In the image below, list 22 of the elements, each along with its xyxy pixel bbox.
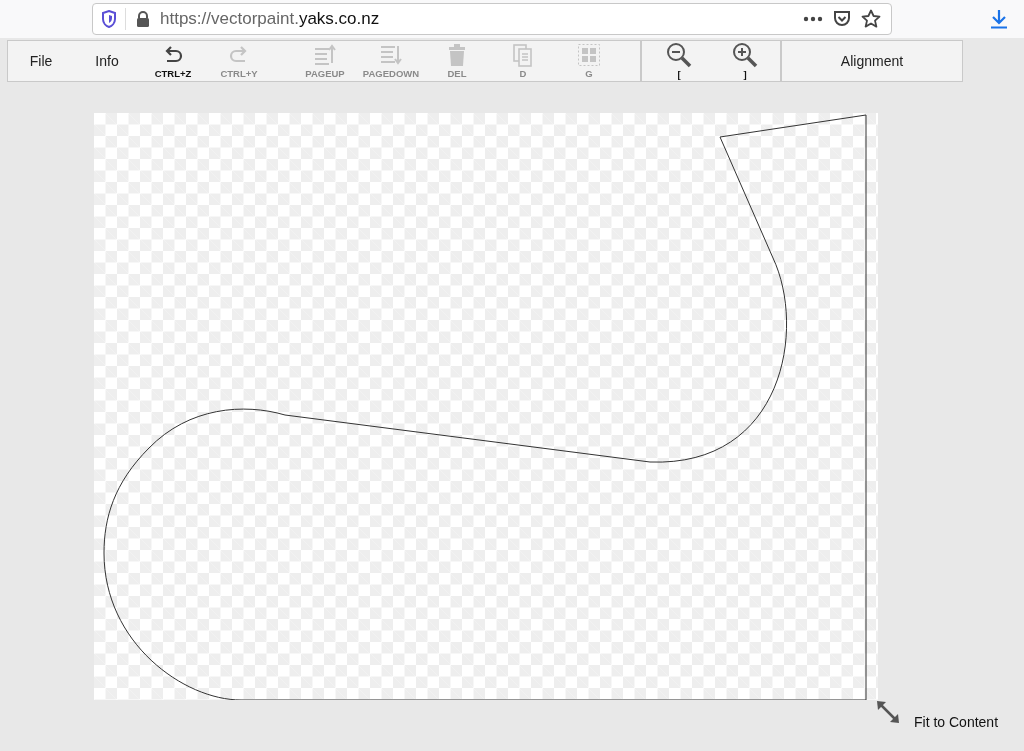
- zoom-in-icon: [732, 42, 758, 68]
- download-icon[interactable]: [990, 9, 1008, 29]
- menu-button[interactable]: File: [8, 41, 74, 81]
- lock-icon: [136, 11, 150, 27]
- star-icon[interactable]: [861, 9, 881, 29]
- alignment-button[interactable]: Alignment: [781, 40, 963, 82]
- pocket-icon[interactable]: [833, 10, 851, 28]
- zoom-button[interactable]: ]: [712, 41, 778, 81]
- fit-to-content-label[interactable]: Fit to Content: [914, 714, 999, 730]
- menu-button[interactable]: Info: [74, 41, 140, 81]
- address-bar[interactable]: https://vectorpaint.yaks.co.nz: [92, 3, 892, 35]
- more-icon[interactable]: [803, 16, 823, 22]
- zoom-out-icon: [666, 42, 692, 68]
- pagedown-icon: [379, 43, 403, 67]
- duplicate-icon: [511, 43, 535, 67]
- pageup-icon: [313, 43, 337, 67]
- zoom-button[interactable]: [: [646, 41, 712, 81]
- tool-button[interactable]: CTRL+Z: [140, 41, 206, 81]
- resize-arrow-icon[interactable]: [876, 700, 900, 724]
- shield-icon: [101, 10, 117, 28]
- url-text: https://vectorpaint.yaks.co.nz: [160, 9, 380, 29]
- group-icon: [577, 43, 601, 67]
